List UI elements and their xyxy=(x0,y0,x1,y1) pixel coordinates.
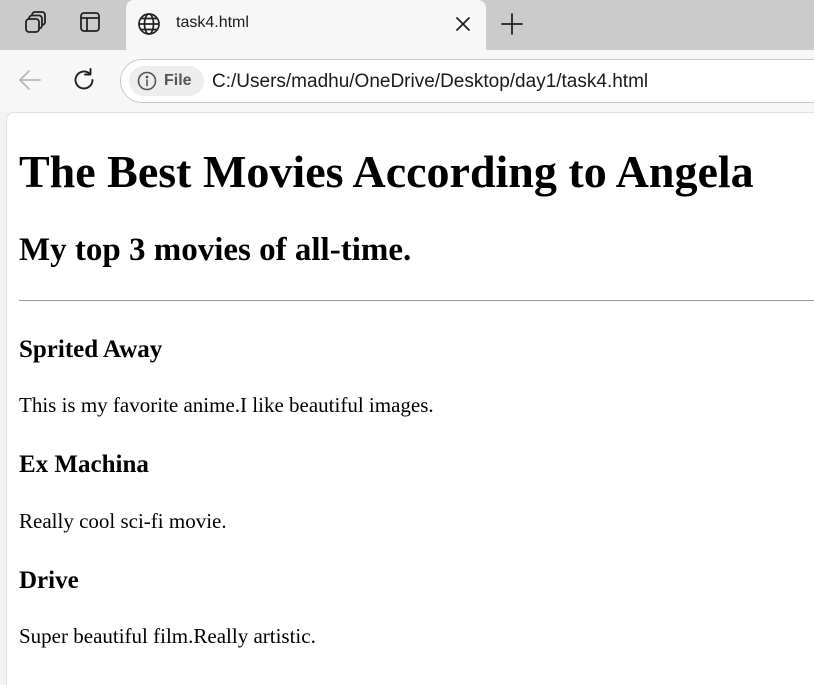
new-tab-button[interactable] xyxy=(494,6,530,42)
browser-toolbar: File C:/Users/madhu/OneDrive/Desktop/day… xyxy=(0,50,814,112)
url-text[interactable]: C:/Users/madhu/OneDrive/Desktop/day1/tas… xyxy=(212,71,648,93)
back-arrow-icon xyxy=(19,70,41,90)
page-title: The Best Movies According to Angela xyxy=(19,146,754,197)
info-icon xyxy=(137,71,157,91)
movie-description: Really cool sci-fi movie. xyxy=(19,509,227,533)
tab-strip: task4.html xyxy=(0,0,814,50)
workspaces-icon xyxy=(23,9,49,40)
tab-actions-icon xyxy=(78,10,102,39)
site-info-label: File xyxy=(164,72,192,89)
address-bar[interactable]: File C:/Users/madhu/OneDrive/Desktop/day… xyxy=(120,59,814,103)
back-button[interactable] xyxy=(12,62,48,98)
divider xyxy=(19,300,814,301)
tab-title: task4.html xyxy=(176,14,249,31)
globe-icon xyxy=(136,11,162,37)
movie-description: This is my favorite anime.I like beautif… xyxy=(19,393,434,417)
page-viewport: The Best Movies According to Angela My t… xyxy=(6,112,814,685)
site-info-button[interactable]: File xyxy=(129,66,204,96)
movie-title: Drive xyxy=(19,567,79,594)
close-tab-button[interactable] xyxy=(450,11,476,37)
tab-active[interactable]: task4.html xyxy=(126,0,486,50)
tab-actions-button[interactable] xyxy=(72,6,108,42)
plus-icon xyxy=(501,13,523,35)
reload-button[interactable] xyxy=(66,62,102,98)
movie-title: Ex Machina xyxy=(19,451,149,478)
page-subtitle: My top 3 movies of all-time. xyxy=(19,232,412,268)
reload-icon xyxy=(74,68,94,90)
close-icon xyxy=(456,17,470,31)
movie-description: Super beautiful film.Really artistic. xyxy=(19,624,316,648)
workspaces-button[interactable] xyxy=(18,6,54,42)
movie-title: Sprited Away xyxy=(19,336,163,363)
